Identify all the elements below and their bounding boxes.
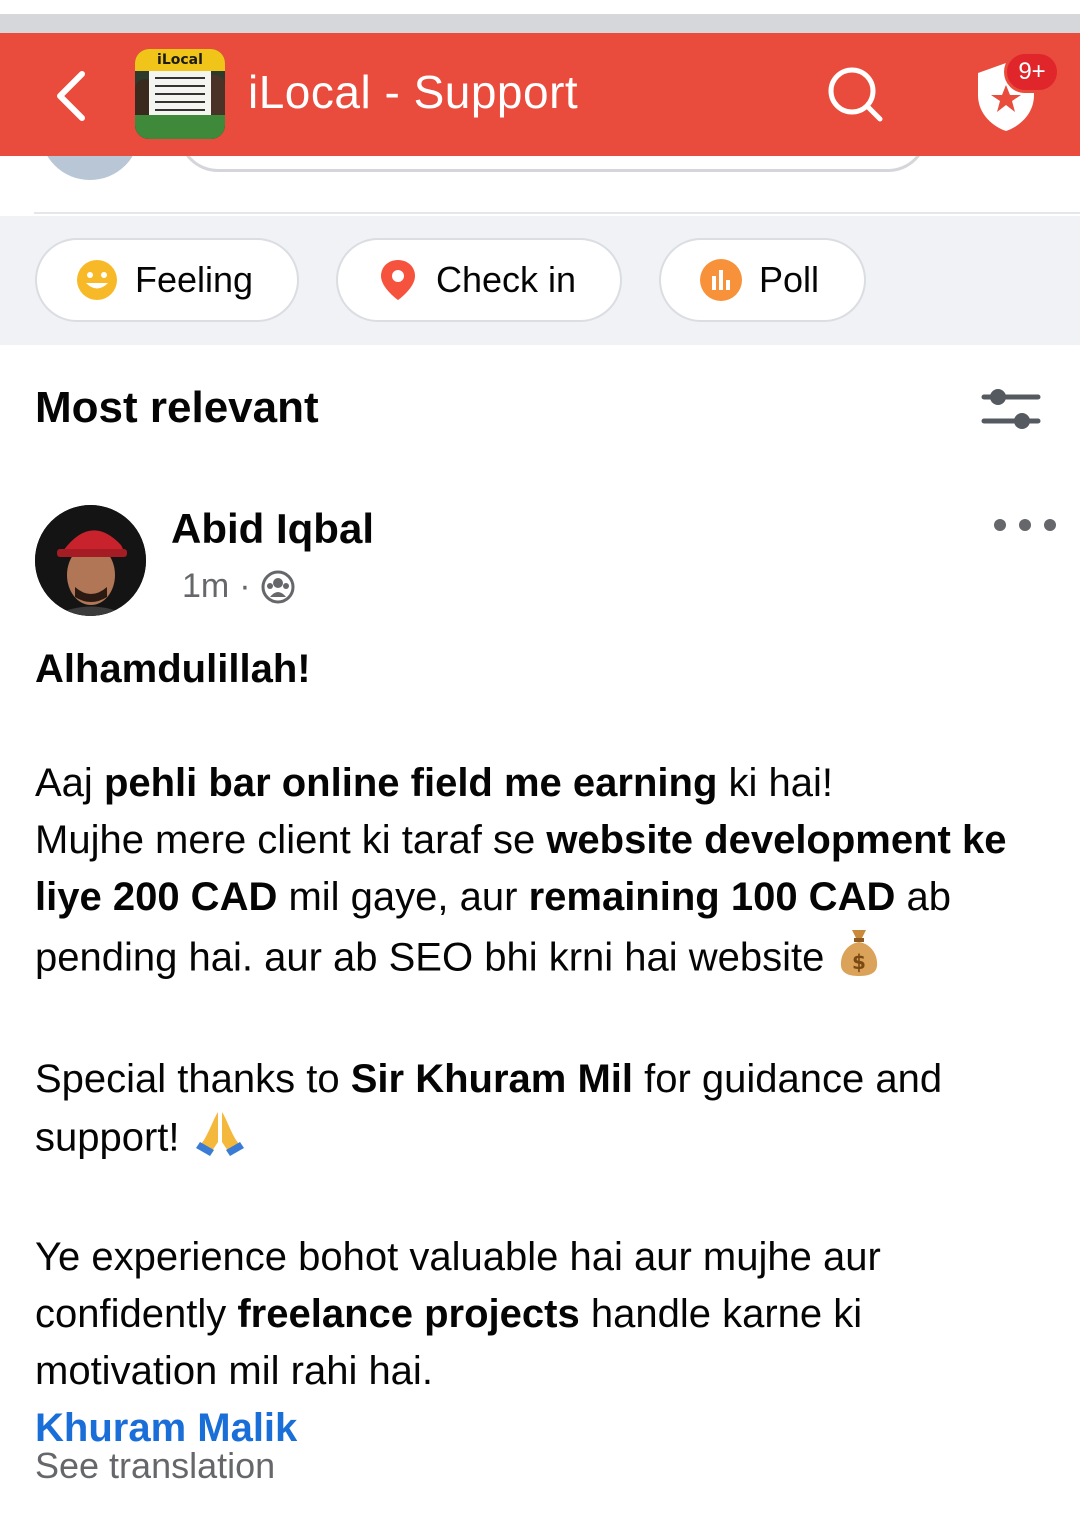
feeling-chip[interactable]: Feeling [35, 238, 299, 322]
more-dot-icon [1019, 519, 1031, 531]
post-body: Alhamdulillah! Aaj pehli bar online fiel… [35, 641, 1055, 1457]
post-time[interactable]: 1m [182, 567, 229, 606]
notification-badge: 9+ [1004, 51, 1060, 93]
composer-peek [0, 116, 1080, 216]
post-meta: 1m · [182, 567, 295, 606]
meta-separator: · [239, 567, 251, 605]
chevron-left-icon [57, 71, 85, 121]
thumbnail-brand: iLocal [135, 49, 225, 71]
post-paragraph-2: Special thanks to Sir Khuram Mil for gui… [35, 1051, 1055, 1172]
poll-chip[interactable]: Poll [659, 238, 866, 322]
poll-label: Poll [759, 259, 820, 300]
thumbnail-grass [135, 115, 225, 139]
post-paragraph-1: Aaj pehli bar online field me earning ki… [35, 755, 1055, 994]
post-paragraph-3: Ye experience bohot valuable hai aur muj… [35, 1235, 881, 1393]
more-dot-icon [1044, 519, 1056, 531]
back-button[interactable] [40, 61, 100, 131]
status-strip [0, 0, 1080, 33]
search-icon [828, 67, 883, 122]
mention-link[interactable]: Khuram Malik [35, 1406, 297, 1450]
feed-section: Most relevant Abid Iqbal 1m · Alhamdulil… [0, 345, 1080, 1529]
group-thumbnail[interactable]: iLocal [135, 49, 225, 139]
app-header: iLocal iLocal - Support 9+ [0, 33, 1080, 156]
post-more-button[interactable] [994, 505, 1056, 545]
group-audience-icon [261, 570, 295, 603]
smiley-icon [75, 258, 119, 302]
search-button[interactable] [822, 61, 888, 127]
money-bag-icon: $ [838, 926, 880, 994]
check-in-chip[interactable]: Check in [336, 238, 622, 322]
page-title[interactable]: iLocal - Support [248, 65, 578, 119]
sort-title[interactable]: Most relevant [35, 383, 319, 433]
thumbnail-card [149, 71, 211, 117]
post-heading: Alhamdulillah! [35, 647, 311, 691]
check-in-label: Check in [436, 259, 577, 300]
filter-sliders-icon [981, 389, 1041, 429]
post-author[interactable]: Abid Iqbal [171, 505, 374, 553]
poll-icon [699, 258, 743, 302]
folded-hands-icon [194, 1108, 246, 1172]
composer-actions: Feeling Check in Poll [0, 216, 1080, 345]
more-dot-icon [994, 519, 1006, 531]
svg-text:$: $ [852, 950, 866, 974]
filter-button[interactable] [978, 381, 1044, 437]
see-translation-link[interactable]: See translation [35, 1445, 275, 1487]
divider [34, 212, 1080, 214]
avatar[interactable] [35, 505, 146, 616]
feeling-label: Feeling [135, 259, 254, 300]
location-pin-icon [376, 258, 420, 302]
status-divider [0, 14, 1080, 33]
